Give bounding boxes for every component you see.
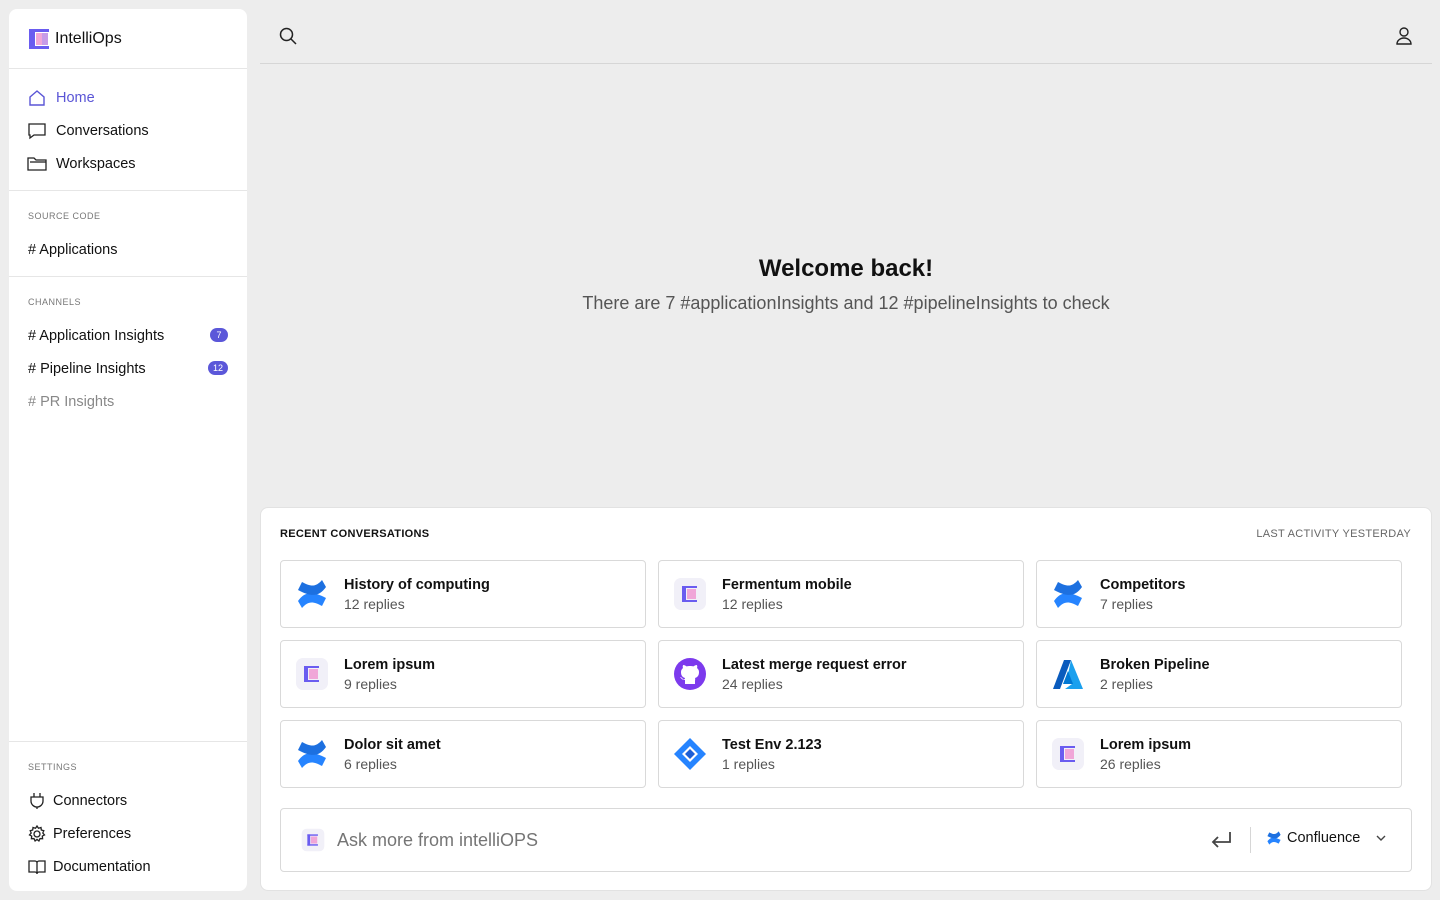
panel-title: RECENT CONVERSATIONS (280, 528, 430, 540)
channel-application-insights[interactable]: # Application Insights 7 (9, 319, 247, 352)
conversation-title: Dolor sit amet (344, 736, 441, 753)
book-icon (27, 857, 47, 877)
conversation-title: Competitors (1100, 576, 1186, 593)
top-bar (260, 9, 1432, 64)
gear-icon (27, 824, 47, 844)
recent-conversations-panel: RECENT CONVERSATIONS LAST ACTIVITY YESTE… (260, 507, 1432, 891)
user-icon[interactable] (1394, 26, 1414, 46)
nav-item-documentation[interactable]: Documentation (9, 850, 247, 883)
chat-icon (27, 121, 47, 141)
conversation-replies: 6 replies (344, 755, 397, 772)
channel-label: # PR Insights (28, 393, 115, 410)
conversation-grid: History of computing 12 replies Fermentu… (280, 560, 1402, 788)
conversation-card[interactable]: Lorem ipsum 26 replies (1036, 720, 1402, 788)
conversation-title: Fermentum mobile (722, 576, 852, 593)
section-title: CHANNELS (28, 297, 82, 307)
conversation-replies: 26 replies (1100, 755, 1161, 772)
conversation-title: Lorem ipsum (1100, 736, 1192, 753)
search-icon[interactable] (278, 26, 298, 46)
confluence-icon (295, 737, 329, 771)
brand[interactable]: IntelliOps (9, 9, 247, 69)
nav-item-workspaces[interactable]: Workspaces (9, 147, 247, 180)
home-icon (27, 88, 47, 108)
confluence-icon (295, 577, 329, 611)
section-title: SOURCE CODE (28, 211, 101, 221)
source-select-value: Confluence (1287, 830, 1361, 846)
brand-name: IntelliOps (55, 29, 122, 47)
nav-item-label: Conversations (56, 122, 149, 139)
conversation-replies: 7 replies (1100, 595, 1153, 612)
intelliops-icon (295, 657, 329, 691)
enter-icon[interactable] (1209, 829, 1233, 851)
nav-item-label: Preferences (53, 825, 132, 842)
welcome-title: Welcome back! (758, 255, 934, 282)
jira-icon (673, 737, 707, 771)
conversation-title: Lorem ipsum (344, 656, 436, 673)
conversation-card[interactable]: History of computing 12 replies (280, 560, 646, 628)
conversation-title: Broken Pipeline (1100, 656, 1210, 673)
unread-badge: 7 (210, 328, 228, 342)
nav-item-conversations[interactable]: Conversations (9, 114, 247, 147)
conversation-title: History of computing (344, 576, 490, 593)
intelliops-icon (301, 828, 325, 852)
nav-item-label: Workspaces (56, 155, 136, 172)
last-activity: LAST ACTIVITY YESTERDAY (1256, 528, 1411, 540)
intelliops-icon (1051, 737, 1085, 771)
divider (1250, 827, 1251, 853)
nav-item-label: Home (56, 89, 95, 106)
folder-icon (27, 154, 47, 174)
chevron-down-icon (1376, 835, 1386, 841)
unread-badge: 12 (207, 361, 228, 375)
main-nav: Home Conversations Workspaces (9, 69, 247, 191)
nav-item-label: Documentation (53, 858, 151, 875)
ask-bar: Confluence (280, 808, 1412, 872)
panel-header: RECENT CONVERSATIONS LAST ACTIVITY YESTE… (280, 528, 1411, 540)
intelliops-icon (673, 577, 707, 611)
conversation-replies: 9 replies (344, 675, 397, 692)
confluence-icon (1267, 831, 1281, 845)
nav-item-label: Connectors (53, 792, 128, 809)
section-title: SETTINGS (28, 762, 78, 772)
nav-item-applications[interactable]: # Applications (9, 233, 247, 266)
nav-item-connectors[interactable]: Connectors (9, 784, 247, 817)
plug-icon (27, 791, 47, 811)
conversation-replies: 1 replies (722, 755, 775, 772)
sidebar: IntelliOps Home Conversations Workspaces… (9, 9, 247, 891)
channel-pipeline-insights[interactable]: # Pipeline Insights 12 (9, 352, 247, 385)
ask-input[interactable] (337, 829, 1157, 851)
conversation-replies: 2 replies (1100, 675, 1153, 692)
azure-icon (1051, 657, 1085, 691)
welcome-subtitle: There are 7 #applicationInsights and 12 … (582, 293, 1110, 313)
channel-label: # Pipeline Insights (28, 360, 146, 377)
confluence-icon (1051, 577, 1085, 611)
conversation-card[interactable]: Fermentum mobile 12 replies (658, 560, 1024, 628)
channels-section: CHANNELS # Application Insights 7 # Pipe… (9, 277, 247, 428)
conversation-title: Test Env 2.123 (722, 736, 822, 753)
intelliops-logo-icon (29, 28, 49, 49)
source-code-section: SOURCE CODE # Applications (9, 191, 247, 277)
github-icon (673, 657, 707, 691)
conversation-replies: 24 replies (722, 675, 783, 692)
conversation-replies: 12 replies (344, 595, 405, 612)
nav-item-preferences[interactable]: Preferences (9, 817, 247, 850)
conversation-card[interactable]: Broken Pipeline 2 replies (1036, 640, 1402, 708)
conversation-card[interactable]: Competitors 7 replies (1036, 560, 1402, 628)
source-select[interactable]: Confluence (1266, 830, 1388, 846)
settings-section: SETTINGS Connectors Preferences Document… (9, 741, 247, 891)
channel-label: # Application Insights (28, 327, 165, 344)
nav-item-home[interactable]: Home (9, 81, 247, 114)
conversation-card[interactable]: Test Env 2.123 1 replies (658, 720, 1024, 788)
conversation-card[interactable]: Lorem ipsum 9 replies (280, 640, 646, 708)
nav-item-label: # Applications (28, 241, 118, 258)
conversation-card[interactable]: Latest merge request error 24 replies (658, 640, 1024, 708)
channel-pr-insights[interactable]: # PR Insights (9, 385, 247, 418)
conversation-replies: 12 replies (722, 595, 783, 612)
welcome: Welcome back! There are 7 #applicationIn… (260, 255, 1432, 314)
conversation-card[interactable]: Dolor sit amet 6 replies (280, 720, 646, 788)
conversation-title: Latest merge request error (722, 656, 907, 673)
